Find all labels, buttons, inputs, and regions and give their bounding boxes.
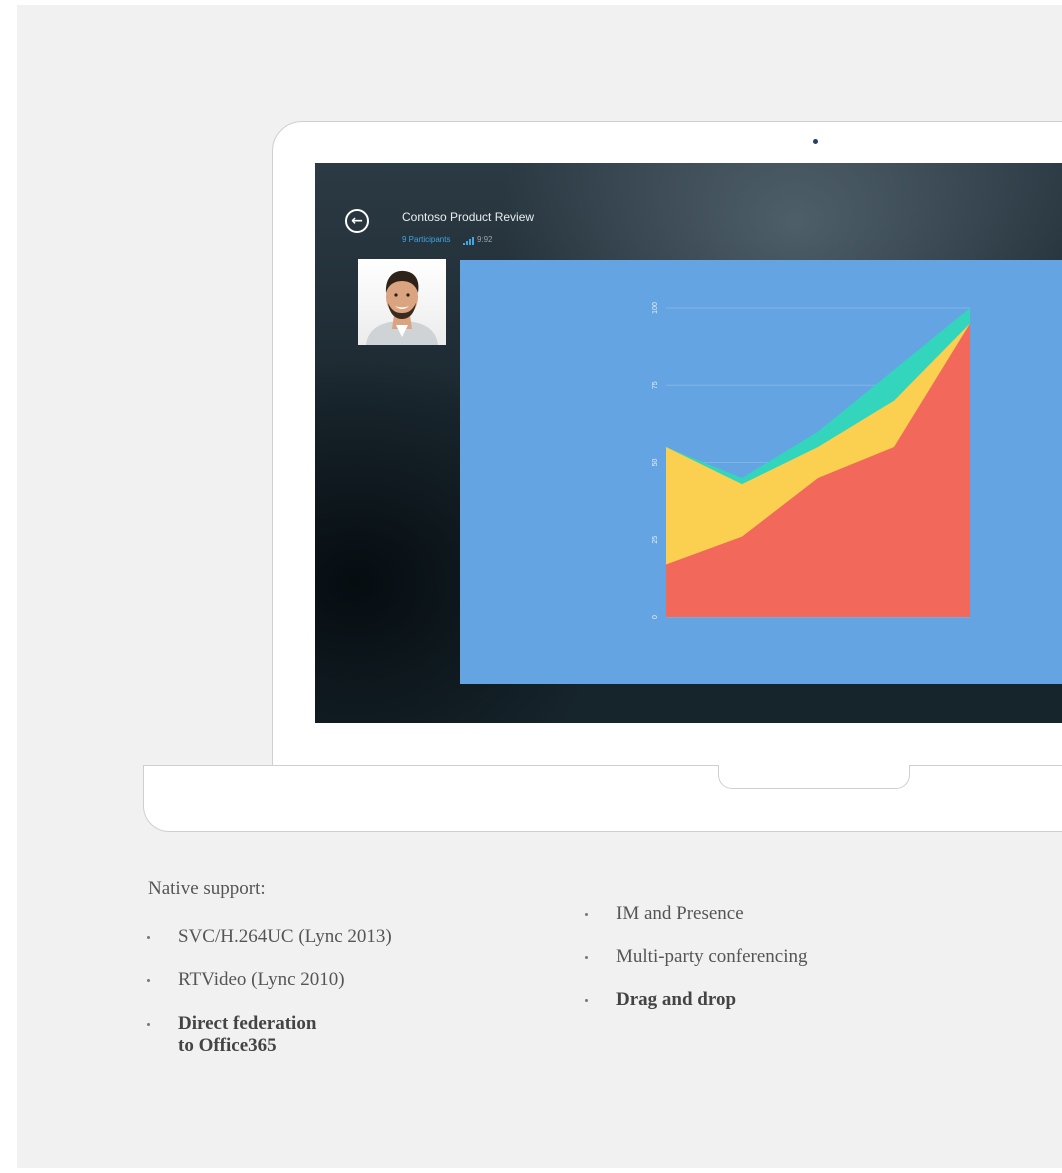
y-tick-label: 0 <box>652 615 659 619</box>
y-tick-label: 100 <box>652 302 659 314</box>
bullet-icon <box>147 979 150 982</box>
participants-count[interactable]: 9 Participants <box>402 235 450 244</box>
laptop-base <box>143 799 1062 832</box>
laptop-keyboard-deck <box>143 765 1062 800</box>
laptop-screen: ← Contoso Product Review 9 Participants … <box>315 163 1062 723</box>
y-tick-label: 50 <box>652 459 659 467</box>
signal-bars-icon <box>462 236 475 245</box>
shared-presentation: 0 25 50 75 100 <box>460 260 1062 684</box>
feature-list-left: SVC/H.264UC (Lync 2013) RTVideo (Lync 20… <box>147 926 392 1057</box>
camera-icon <box>813 139 818 144</box>
meeting-status: 9 Participants 9:92 <box>402 235 493 245</box>
person-photo-icon <box>366 270 438 345</box>
bullet-icon <box>585 913 588 916</box>
list-item: Drag and drop <box>585 989 808 1011</box>
bullet-icon <box>585 956 588 959</box>
list-item: IM and Presence <box>585 903 808 925</box>
participant-avatar[interactable] <box>358 259 446 345</box>
y-tick-label: 25 <box>652 536 659 544</box>
area-chart: 0 25 50 75 100 <box>652 302 970 619</box>
list-item: SVC/H.264UC (Lync 2013) <box>147 926 392 948</box>
meeting-title: Contoso Product Review <box>402 210 535 224</box>
call-duration: 9:92 <box>476 235 493 244</box>
bullet-icon <box>585 999 588 1002</box>
list-item: Multi-party conferencing <box>585 946 808 968</box>
back-arrow-icon[interactable]: ← <box>345 209 369 233</box>
list-item: Direct federation to Office365 <box>147 1013 392 1057</box>
laptop-opening-notch <box>718 765 910 789</box>
native-support-heading: Native support: <box>148 878 266 899</box>
bullet-icon <box>147 1023 150 1026</box>
feature-list-right: IM and Presence Multi-party conferencing… <box>585 903 808 1011</box>
y-tick-label: 75 <box>652 381 659 389</box>
list-item: RTVideo (Lync 2010) <box>147 969 392 991</box>
bullet-icon <box>147 936 150 939</box>
